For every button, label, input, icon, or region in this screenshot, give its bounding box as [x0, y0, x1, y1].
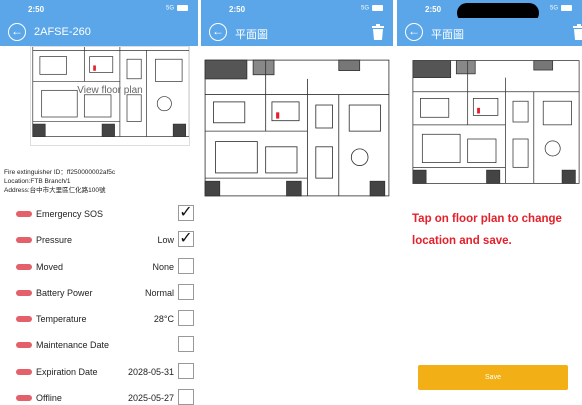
status-time: 2:50 [28, 5, 45, 14]
save-button[interactable]: Save [418, 365, 568, 390]
checkbox[interactable] [178, 336, 194, 353]
row-label: Battery Power [36, 287, 93, 298]
checkbox[interactable] [178, 389, 194, 405]
floor-plan-thumbnail[interactable]: View floor plan [30, 46, 190, 146]
checkmark-icon: ✓ [179, 204, 193, 221]
floor-plan-screen: 2:50 5G ← 平面圖 [201, 0, 393, 405]
status-bar: 2:50 5G [201, 0, 393, 18]
status-dot-icon [16, 316, 32, 323]
row-emergency-sos: Emergency SOS ✓ [4, 205, 194, 231]
page-title: 2AFSE-260 [34, 26, 91, 38]
status-dot-icon [16, 395, 32, 402]
checkbox[interactable] [178, 362, 194, 379]
floor-plan-canvas[interactable] [411, 58, 581, 186]
network-label: 5G [165, 5, 174, 12]
checkmark-icon: ✓ [179, 230, 193, 248]
row-label: Expiration Date [36, 366, 98, 377]
row-label: Temperature [36, 314, 87, 325]
page-title: 平面圖 [235, 29, 268, 41]
checkbox[interactable] [178, 283, 194, 300]
row-label: Offline [36, 393, 62, 404]
extinguisher-info: Fire extinguisher ID：ff250000002af5c Loc… [4, 168, 115, 195]
detail-screen: 2:50 5G ← 2AFSE-260 View floor plan Fire… [0, 0, 198, 405]
status-dot-icon [16, 342, 32, 349]
row-label: Pressure [36, 235, 73, 246]
app-bar: ← 平面圖 [201, 18, 393, 46]
back-arrow-icon[interactable]: ← [8, 23, 26, 41]
trash-icon[interactable] [572, 24, 582, 40]
status-time: 2:50 [229, 5, 246, 14]
row-battery-power: Battery Power Normal [4, 283, 194, 310]
row-value: Low [157, 235, 174, 246]
row-temperature: Temperature 28°C [4, 310, 194, 336]
network-label: 5G [549, 5, 558, 12]
status-dot-icon [16, 263, 32, 270]
row-label: Emergency SOS [36, 209, 104, 219]
view-floor-plan-label: View floor plan [77, 85, 143, 96]
instruction-text: Tap on floor plan to change location and… [412, 213, 562, 247]
row-moved: Moved None [4, 257, 194, 284]
row-value: 28°C [153, 314, 174, 325]
row-offline: Offline 2025-05-27 [4, 389, 194, 405]
checkbox[interactable] [178, 310, 194, 327]
back-arrow-icon[interactable]: ← [405, 23, 423, 41]
row-value: None [152, 261, 174, 272]
checkbox[interactable]: ✓ [178, 205, 194, 221]
status-bar: 2:50 5G [0, 0, 198, 18]
status-icons: 5G [550, 5, 572, 12]
status-dot-icon [16, 237, 32, 244]
row-maintenance-date: Maintenance Date [4, 336, 194, 362]
app-bar: ← 2AFSE-260 [0, 18, 198, 46]
location-text: Location:FTB Branch/1 [4, 178, 71, 185]
page-title: 平面圖 [431, 29, 464, 41]
row-value: Normal [144, 287, 174, 298]
network-label: 5G [360, 5, 369, 12]
row-value: 2028-05-31 [127, 366, 174, 377]
status-dot-icon [16, 368, 32, 375]
checkbox[interactable]: ✓ [178, 230, 194, 248]
status-dot-icon [16, 289, 32, 296]
status-dot-icon [16, 211, 32, 217]
battery-icon [372, 5, 383, 11]
floor-plan-image [412, 60, 580, 184]
row-pressure: Pressure Low ✓ [4, 231, 194, 257]
edit-location-screen: 2:50 5G ← 平面圖 Tap on floor plan to chang… [397, 0, 582, 405]
row-value: 2025-05-27 [127, 393, 174, 404]
battery-icon [561, 5, 572, 11]
row-expiration-date: Expiration Date 2028-05-31 [4, 362, 194, 389]
status-icons: 5G [166, 5, 188, 12]
extinguisher-id: Fire extinguisher ID：ff250000002af5c [4, 169, 116, 176]
status-list: Emergency SOS ✓ Pressure Low ✓ Moved Non… [4, 205, 194, 405]
battery-icon [177, 5, 188, 11]
status-time: 2:50 [425, 5, 442, 14]
checkbox[interactable] [178, 257, 194, 274]
status-icons: 5G [361, 5, 383, 12]
address-text: Address:台中市大里區仁化路100號 [4, 187, 106, 194]
row-label: Maintenance Date [36, 340, 110, 351]
floor-plan-image [204, 59, 390, 197]
floor-plan-canvas[interactable] [203, 58, 391, 198]
app-bar: ← 平面圖 [397, 18, 582, 46]
row-label: Moved [36, 261, 64, 272]
floor-plan-image [32, 47, 189, 137]
status-bar: 2:50 5G [397, 0, 582, 23]
trash-icon[interactable] [371, 24, 385, 40]
back-arrow-icon[interactable]: ← [209, 23, 227, 41]
